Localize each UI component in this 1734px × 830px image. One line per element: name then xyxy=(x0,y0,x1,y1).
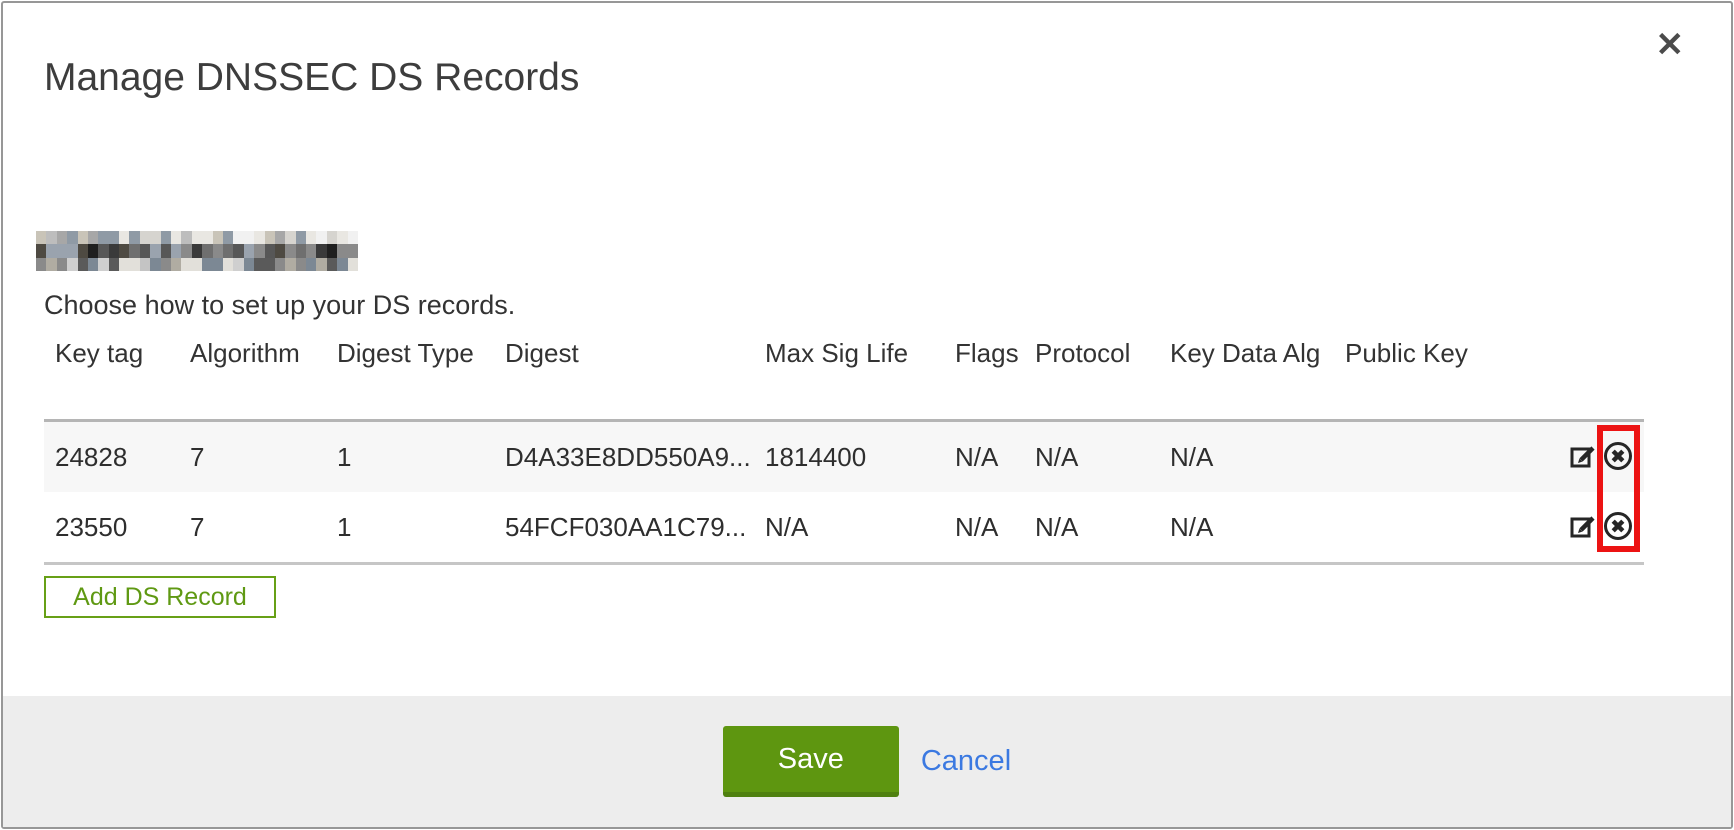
column-header-public-key: Public Key xyxy=(1334,334,1540,421)
cell-max-sig-life: N/A xyxy=(754,492,944,564)
column-header-max-sig-life: Max Sig Life xyxy=(754,334,944,421)
cell-key-tag: 24828 xyxy=(44,421,179,493)
edit-record-button[interactable] xyxy=(1568,511,1598,544)
column-header-flags: Flags xyxy=(944,334,1024,421)
column-header-protocol: Protocol xyxy=(1024,334,1159,421)
cell-algorithm: 7 xyxy=(179,492,326,564)
cell-key-data-alg: N/A xyxy=(1159,421,1334,493)
instructions-text: Choose how to set up your DS records. xyxy=(44,290,515,321)
table-row: 23550 7 1 54FCF030AA1C79... N/A N/A N/A … xyxy=(44,492,1644,564)
cell-algorithm: 7 xyxy=(179,421,326,493)
column-header-key-data-alg: Key Data Alg xyxy=(1159,334,1334,421)
delete-circle-x-icon xyxy=(1602,530,1634,545)
table-row: 24828 7 1 D4A33E8DD550A9... 1814400 N/A … xyxy=(44,421,1644,493)
delete-circle-x-icon xyxy=(1602,460,1634,475)
cell-actions xyxy=(1540,421,1644,493)
cell-protocol: N/A xyxy=(1024,421,1159,493)
cell-key-tag: 23550 xyxy=(44,492,179,564)
delete-record-button[interactable] xyxy=(1602,510,1634,545)
column-header-algorithm: Algorithm xyxy=(179,334,326,421)
edit-record-button[interactable] xyxy=(1568,441,1598,474)
column-header-digest-type: Digest Type xyxy=(326,334,494,421)
table-header-row: Key tag Algorithm Digest Type Digest Max… xyxy=(44,334,1644,421)
modal-footer: Save Cancel xyxy=(3,696,1731,827)
page-title: Manage DNSSEC DS Records xyxy=(44,56,579,100)
cancel-link[interactable]: Cancel xyxy=(921,745,1011,778)
cell-public-key xyxy=(1334,492,1540,564)
column-header-digest: Digest xyxy=(494,334,754,421)
cell-key-data-alg: N/A xyxy=(1159,492,1334,564)
edit-icon xyxy=(1568,529,1598,544)
delete-record-button[interactable] xyxy=(1602,440,1634,475)
save-button[interactable]: Save xyxy=(723,726,899,797)
cell-max-sig-life: 1814400 xyxy=(754,421,944,493)
cell-actions xyxy=(1540,492,1644,564)
close-icon: ✕ xyxy=(1656,26,1685,64)
cell-digest-type: 1 xyxy=(326,421,494,493)
close-button[interactable]: ✕ xyxy=(1652,24,1689,66)
cell-digest: 54FCF030AA1C79... xyxy=(494,492,754,564)
ds-records-table: Key tag Algorithm Digest Type Digest Max… xyxy=(44,334,1644,565)
cell-flags: N/A xyxy=(944,421,1024,493)
add-ds-record-button[interactable]: Add DS Record xyxy=(44,576,276,618)
cell-public-key xyxy=(1334,421,1540,493)
column-header-key-tag: Key tag xyxy=(44,334,179,421)
cell-digest: D4A33E8DD550A9... xyxy=(494,421,754,493)
cell-protocol: N/A xyxy=(1024,492,1159,564)
edit-icon xyxy=(1568,459,1598,474)
cell-flags: N/A xyxy=(944,492,1024,564)
cell-digest-type: 1 xyxy=(326,492,494,564)
redacted-domain xyxy=(36,231,358,271)
column-header-actions xyxy=(1540,334,1644,421)
